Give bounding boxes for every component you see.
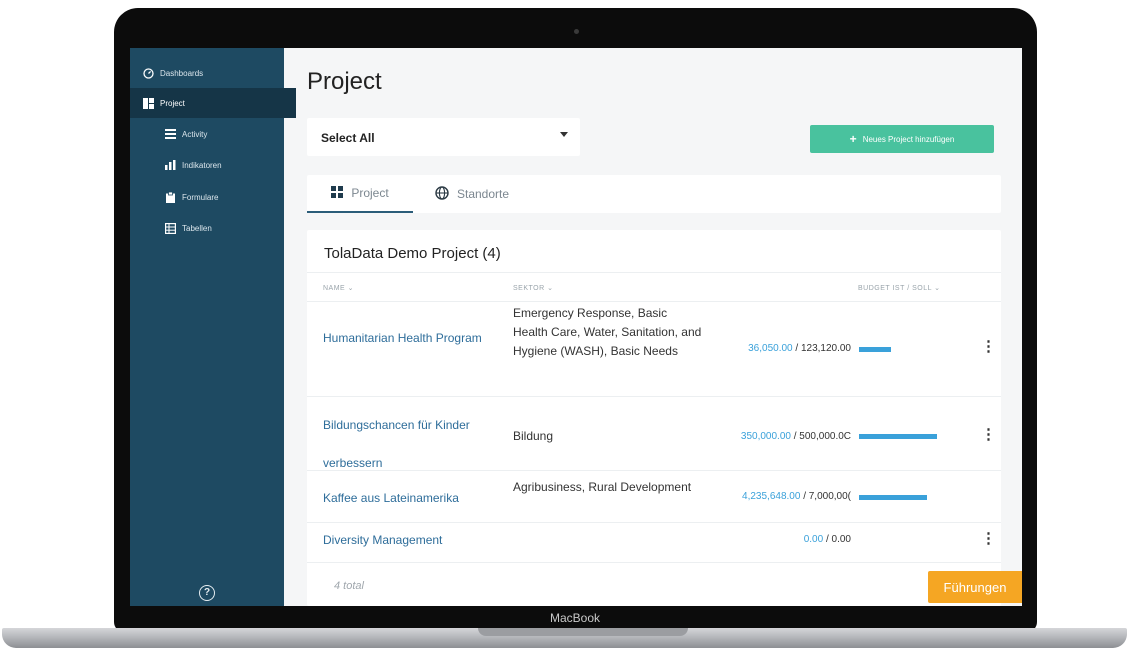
list-icon xyxy=(164,128,176,140)
budget-value: 36,050.00 / 123,120.00 xyxy=(748,343,851,354)
budget-progress-bar xyxy=(859,495,927,500)
divider xyxy=(307,470,1001,471)
divider xyxy=(307,522,1001,523)
tab-bar: Project Standorte xyxy=(307,175,1001,213)
sidebar-item-label: Indikatoren xyxy=(182,160,222,170)
budget-progress-bar xyxy=(859,434,937,439)
bar-chart-icon xyxy=(164,159,176,171)
table-icon xyxy=(164,222,176,234)
guided-tours-button[interactable]: Führungen xyxy=(928,571,1022,603)
page-title: Project xyxy=(307,68,382,95)
add-project-label: Neues Project hinzufügen xyxy=(862,134,955,144)
tab-label: Project xyxy=(351,186,389,200)
add-project-button[interactable]: + Neues Project hinzufügen xyxy=(810,125,994,153)
device-label: MacBook xyxy=(549,611,601,625)
plus-icon: + xyxy=(849,132,857,146)
select-value: Select All xyxy=(321,131,375,145)
grid-icon xyxy=(331,185,344,201)
globe-icon xyxy=(435,185,449,203)
project-filter-select[interactable]: Select All xyxy=(307,118,580,156)
column-header-sektor[interactable]: SEKTOR ⌄ xyxy=(513,284,553,292)
card-title: TolaData Demo Project (4) xyxy=(324,245,501,262)
sidebar-item-label: Project xyxy=(160,98,185,108)
project-name-link[interactable]: Humanitarian Health Program xyxy=(323,319,483,357)
divider xyxy=(307,272,1001,273)
laptop-notch xyxy=(478,628,688,636)
tab-label: Standorte xyxy=(457,187,510,201)
grid-icon xyxy=(142,97,154,109)
column-header-budget[interactable]: BUDGET IST / SOLL ⌄ xyxy=(858,284,941,292)
budget-value: 4,235,648.00 / 7,000,00( xyxy=(742,491,851,502)
column-header-name[interactable]: NAME ⌄ xyxy=(323,284,354,292)
sidebar-item-formulare[interactable]: Formulare xyxy=(130,182,318,212)
divider xyxy=(307,562,1001,563)
budget-value: 0.00 / 0.00 xyxy=(803,534,851,545)
project-sektor: Emergency Response, Basic Health Care, W… xyxy=(513,306,702,358)
sidebar-item-label: Tabellen xyxy=(182,223,212,233)
divider xyxy=(307,396,1001,397)
divider xyxy=(307,301,1001,302)
caret-down-icon xyxy=(560,132,568,137)
project-sektor: Bildung xyxy=(513,429,554,443)
row-menu-icon[interactable]: ⋮ xyxy=(981,427,996,442)
row-menu-icon[interactable]: ⋮ xyxy=(981,339,996,354)
app-screen: Dashboards Project Activity Indikatoren … xyxy=(130,48,1022,606)
tab-project[interactable]: Project xyxy=(307,175,413,213)
sidebar-item-tabellen[interactable]: Tabellen xyxy=(130,213,318,243)
help-icon[interactable]: ? xyxy=(199,585,215,601)
sidebar-item-project[interactable]: Project xyxy=(130,88,296,118)
sidebar-item-indikatoren[interactable]: Indikatoren xyxy=(130,150,318,180)
sidebar-item-label: Dashboards xyxy=(160,68,204,78)
clipboard-icon xyxy=(164,191,176,203)
sidebar-item-label: Activity xyxy=(182,129,208,139)
camera-dot xyxy=(574,29,579,34)
project-table-card: TolaData Demo Project (4) NAME ⌄ SEKTOR … xyxy=(307,230,1001,606)
row-menu-icon[interactable]: ⋮ xyxy=(981,531,996,546)
sidebar: Dashboards Project Activity Indikatoren … xyxy=(130,48,296,606)
project-sektor: Agribusiness, Rural Development xyxy=(513,480,692,494)
tab-standorte[interactable]: Standorte xyxy=(435,175,509,213)
total-count: 4 total xyxy=(334,580,364,592)
sidebar-item-dashboards[interactable]: Dashboards xyxy=(130,58,296,88)
sidebar-item-activity[interactable]: Activity xyxy=(130,119,318,149)
project-name-link[interactable]: Kaffee aus Lateinamerika xyxy=(323,489,505,508)
dashboard-icon xyxy=(142,67,154,79)
sidebar-item-label: Formulare xyxy=(182,192,219,202)
project-name-link[interactable]: Diversity Management xyxy=(323,531,505,550)
budget-progress-bar xyxy=(859,347,891,352)
budget-value: 350,000.00 / 500,000.0C xyxy=(740,431,851,442)
